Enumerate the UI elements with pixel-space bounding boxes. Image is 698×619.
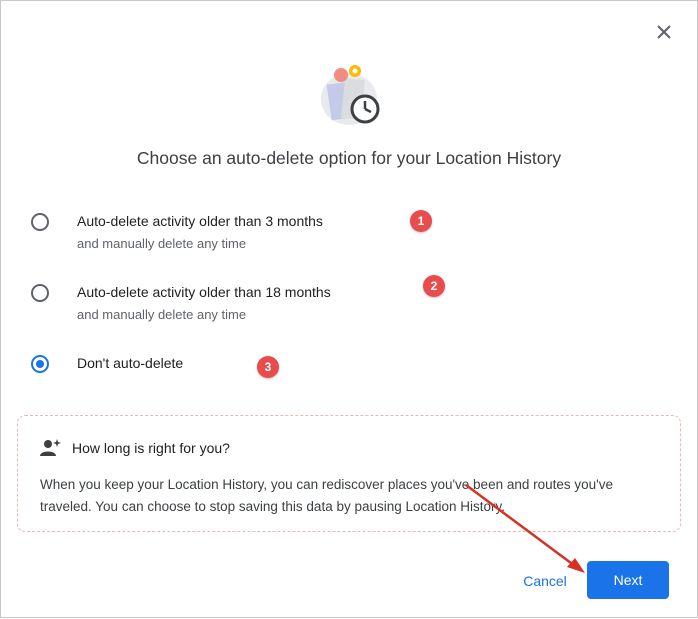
radio-3-months[interactable] bbox=[31, 213, 49, 231]
info-card: How long is right for you? When you keep… bbox=[17, 415, 681, 532]
step-badge-1: 1 bbox=[410, 210, 432, 232]
option-label: Auto-delete activity older than 3 months bbox=[77, 213, 323, 229]
radio-18-months[interactable] bbox=[31, 284, 49, 302]
option-3-months-text: Auto-delete activity older than 3 months… bbox=[77, 211, 323, 254]
option-dont-auto-delete-text: Don't auto-delete bbox=[77, 353, 183, 373]
cancel-button[interactable]: Cancel bbox=[510, 564, 580, 598]
option-sublabel: and manually delete any time bbox=[77, 236, 247, 251]
person-sparkle-icon bbox=[40, 439, 61, 456]
close-icon[interactable] bbox=[653, 21, 675, 43]
option-label: Don't auto-delete bbox=[77, 355, 184, 371]
option-18-months-text: Auto-delete activity older than 18 month… bbox=[77, 282, 331, 325]
next-button[interactable]: Next bbox=[587, 561, 669, 599]
location-history-clock-illustration bbox=[321, 65, 380, 125]
option-3-months[interactable]: Auto-delete activity older than 3 months… bbox=[31, 211, 323, 254]
step-badge-3: 3 bbox=[257, 356, 279, 378]
radio-dont-auto-delete[interactable] bbox=[31, 355, 49, 373]
option-dont-auto-delete[interactable]: Don't auto-delete bbox=[31, 353, 183, 373]
info-header: How long is right for you? bbox=[40, 438, 230, 458]
info-body: When you keep your Location History, you… bbox=[40, 477, 613, 514]
dialog-title: Choose an auto-delete option for your Lo… bbox=[136, 148, 562, 168]
auto-delete-dialog: Choose an auto-delete option for your Lo… bbox=[0, 0, 698, 618]
option-18-months[interactable]: Auto-delete activity older than 18 month… bbox=[31, 282, 331, 325]
option-sublabel: and manually delete any time bbox=[77, 307, 247, 322]
step-badge-2: 2 bbox=[423, 275, 445, 297]
info-title: How long is right for you? bbox=[72, 440, 230, 456]
option-label: Auto-delete activity older than 18 month… bbox=[77, 284, 331, 300]
